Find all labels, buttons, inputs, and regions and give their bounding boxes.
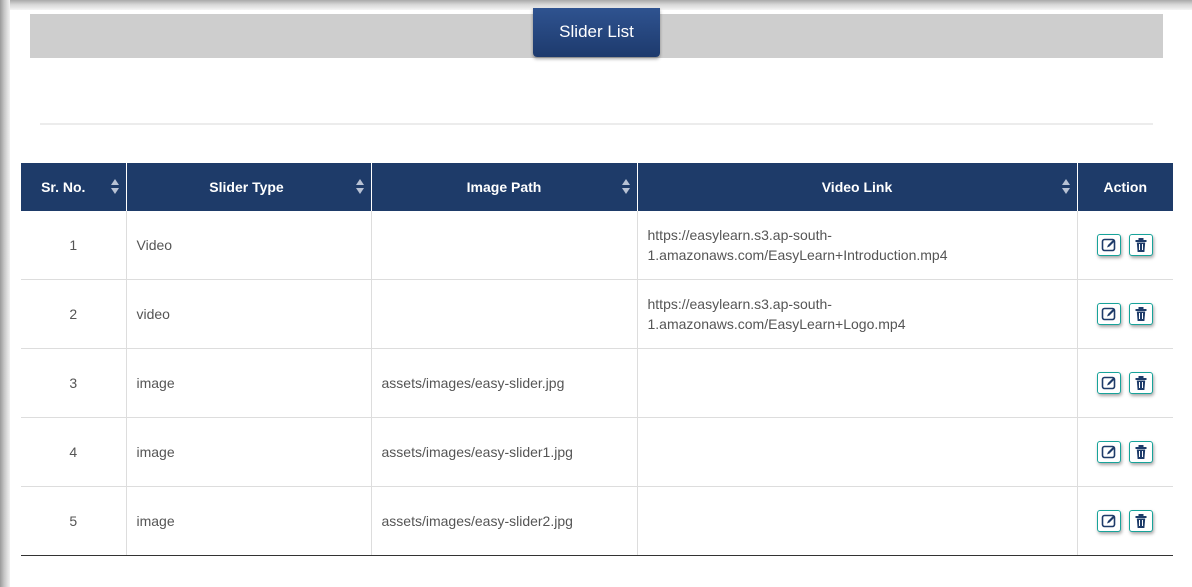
delete-button[interactable] — [1129, 510, 1154, 532]
delete-button[interactable] — [1129, 303, 1154, 325]
edit-icon — [1101, 445, 1116, 459]
cell-slider-type: Video — [126, 211, 372, 280]
column-header-action: Action — [1077, 163, 1173, 211]
delete-icon — [1135, 376, 1147, 390]
delete-button[interactable] — [1129, 441, 1154, 463]
sort-icon[interactable] — [1061, 179, 1070, 195]
column-header-sr-no[interactable]: Sr. No. — [21, 163, 127, 211]
edit-button[interactable] — [1097, 234, 1122, 256]
cell-image-path — [371, 279, 638, 349]
column-header-label: Slider Type — [209, 179, 284, 195]
sort-icon[interactable] — [621, 179, 630, 195]
edit-icon — [1101, 238, 1116, 252]
delete-icon — [1135, 238, 1147, 252]
divider — [40, 123, 1153, 125]
cell-image-path: assets/images/easy-slider2.jpg — [371, 486, 638, 556]
cell-video-link: https://easylearn.s3.ap-south-1.amazonaw… — [637, 279, 1078, 349]
cell-sr-no: 3 — [21, 348, 127, 418]
cell-video-link — [637, 486, 1078, 556]
sort-icon[interactable] — [110, 179, 119, 195]
cell-sr-no: 1 — [21, 211, 127, 280]
cell-slider-type: image — [126, 417, 372, 487]
cell-sr-no: 5 — [21, 486, 127, 556]
sort-icon[interactable] — [355, 179, 364, 195]
cell-slider-type: image — [126, 348, 372, 418]
delete-button[interactable] — [1129, 234, 1154, 256]
cell-slider-type: video — [126, 279, 372, 349]
cell-action — [1077, 279, 1173, 349]
table-row: 4 image assets/images/easy-slider1.jpg — [21, 417, 1173, 487]
page-title: Slider List — [533, 8, 660, 57]
cell-action — [1077, 211, 1173, 280]
window-shadow-left — [0, 0, 10, 587]
delete-icon — [1135, 445, 1147, 459]
cell-action — [1077, 417, 1173, 487]
column-header-image-path[interactable]: Image Path — [371, 163, 638, 211]
cell-action — [1077, 486, 1173, 556]
delete-button[interactable] — [1129, 372, 1154, 394]
edit-icon — [1101, 307, 1116, 321]
cell-sr-no: 4 — [21, 417, 127, 487]
edit-icon — [1101, 376, 1116, 390]
cell-video-link — [637, 348, 1078, 418]
delete-icon — [1135, 307, 1147, 321]
table-row: 2 video https://easylearn.s3.ap-south-1.… — [21, 279, 1173, 349]
column-header-slider-type[interactable]: Slider Type — [126, 163, 372, 211]
edit-button[interactable] — [1097, 372, 1122, 394]
slider-table: Sr. No. Slider Type Image Path Video Lin… — [21, 163, 1173, 556]
edit-button[interactable] — [1097, 510, 1122, 532]
table-row: 5 image assets/images/easy-slider2.jpg — [21, 486, 1173, 556]
edit-button[interactable] — [1097, 303, 1122, 325]
edit-icon — [1101, 514, 1116, 528]
column-header-label: Image Path — [466, 179, 542, 195]
delete-icon — [1135, 514, 1147, 528]
cell-sr-no: 2 — [21, 279, 127, 349]
cell-image-path — [371, 211, 638, 280]
cell-video-link: https://easylearn.s3.ap-south-1.amazonaw… — [637, 211, 1078, 280]
edit-button[interactable] — [1097, 441, 1122, 463]
cell-action — [1077, 348, 1173, 418]
cell-slider-type: image — [126, 486, 372, 556]
table-row: 1 Video https://easylearn.s3.ap-south-1.… — [21, 211, 1173, 280]
table-header-row: Sr. No. Slider Type Image Path Video Lin… — [21, 163, 1173, 211]
column-header-label: Sr. No. — [41, 179, 86, 195]
cell-video-link — [637, 417, 1078, 487]
cell-image-path: assets/images/easy-slider.jpg — [371, 348, 638, 418]
table-row: 3 image assets/images/easy-slider.jpg — [21, 348, 1173, 418]
column-header-label: Action — [1103, 179, 1148, 195]
column-header-video-link[interactable]: Video Link — [637, 163, 1078, 211]
cell-image-path: assets/images/easy-slider1.jpg — [371, 417, 638, 487]
column-header-label: Video Link — [821, 179, 893, 195]
